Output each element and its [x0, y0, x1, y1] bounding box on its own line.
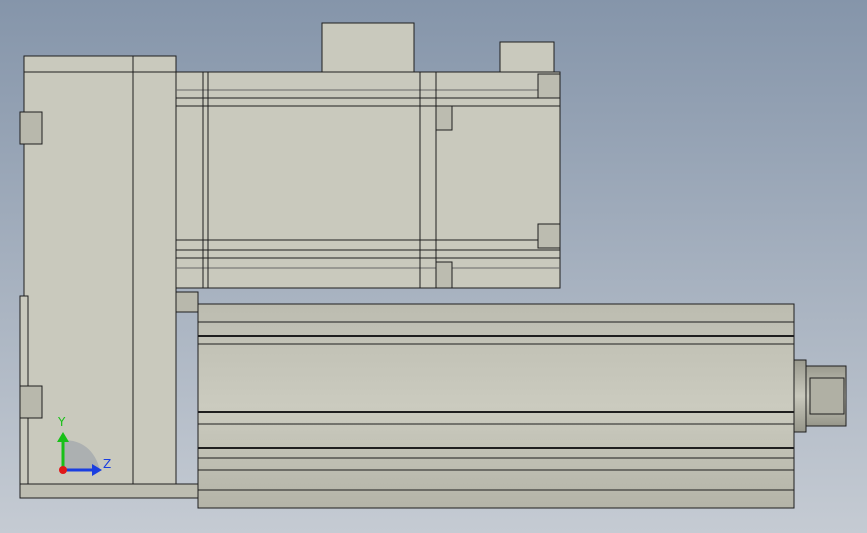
triad-origin — [59, 466, 67, 474]
actuator-barrel — [197, 303, 795, 509]
actuator-model-side-view[interactable] — [0, 0, 867, 533]
triad-y-label: Y — [58, 415, 66, 429]
gearbox-housing — [19, 55, 201, 499]
rod-end — [793, 359, 847, 433]
triad-z-label: Z — [103, 457, 112, 471]
cad-graphics-viewport[interactable]: Y Z — [0, 0, 867, 533]
